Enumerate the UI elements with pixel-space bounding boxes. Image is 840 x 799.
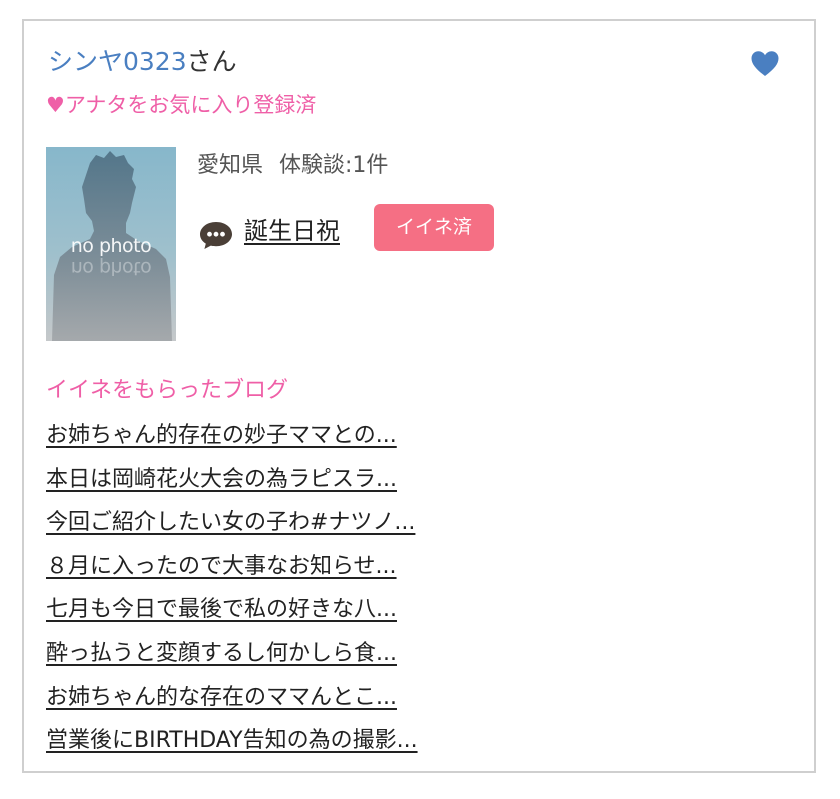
blog-list-item: 七月も今日で最後で私の好きな八... [46,593,418,637]
blog-list-item: 今回ご紹介したい女の子わ#ナツノ... [46,506,418,550]
no-photo-reflection: no photo [70,257,152,279]
user-header: シンヤ0323さん [48,47,237,77]
profile-meta: 愛知県 体験談:1件 [197,151,388,181]
user-card: シンヤ0323さん ♥アナタをお気に入り登録済 no photo no phot… [22,19,816,773]
blog-list-item: ８月に入ったので大事なお知らせ... [46,550,418,594]
heart-icon [751,51,779,76]
speech-bubble-icon [198,219,234,251]
prefecture-text: 愛知県 [197,153,264,178]
blog-link-1[interactable]: お姉ちゃん的存在の妙子ママとの... [46,423,397,448]
blog-link-5[interactable]: 七月も今日で最後で私の好きな八... [46,597,397,622]
review-title-link[interactable]: 誕生日祝 [244,215,340,247]
profile-photo[interactable]: no photo no photo [46,147,176,341]
blog-list-item: 本日は岡崎花火大会の為ラピスラ... [46,463,418,507]
blog-link-4[interactable]: ８月に入ったので大事なお知らせ... [46,554,397,579]
blog-link-7[interactable]: お姉ちゃん的な存在のママんとこ... [46,685,397,710]
blog-list-item: 営業後にBIRTHDAY告知の為の撮影... [46,724,418,768]
blog-list-item: お姉ちゃん的存在の妙子ママとの... [46,419,418,463]
user-name-link[interactable]: シンヤ0323 [48,47,187,76]
liked-badge[interactable]: イイネ済 [374,204,494,251]
favorite-heart-icon[interactable] [750,49,780,79]
favorite-status-text: ♥アナタをお気に入り登録済 [46,93,317,117]
blog-list-item: お姉ちゃん的な存在のママんとこ... [46,681,418,725]
review-count-text: 体験談:1件 [279,153,389,178]
liked-blog-list: お姉ちゃん的存在の妙子ママとの... 本日は岡崎花火大会の為ラピスラ... 今回… [46,419,418,768]
user-name-suffix: さん [186,47,237,76]
blog-link-6[interactable]: 酔っ払うと変顔するし何かしら食... [46,641,397,666]
no-photo-label: no photo [70,235,152,257]
blog-link-8[interactable]: 営業後にBIRTHDAY告知の為の撮影... [46,728,418,753]
liked-blogs-heading: イイネをもらったブログ [46,378,289,403]
blog-link-2[interactable]: 本日は岡崎花火大会の為ラピスラ... [46,467,397,492]
blog-list-item: 酔っ払うと変顔するし何かしら食... [46,637,418,681]
blog-link-3[interactable]: 今回ご紹介したい女の子わ#ナツノ... [46,510,415,535]
